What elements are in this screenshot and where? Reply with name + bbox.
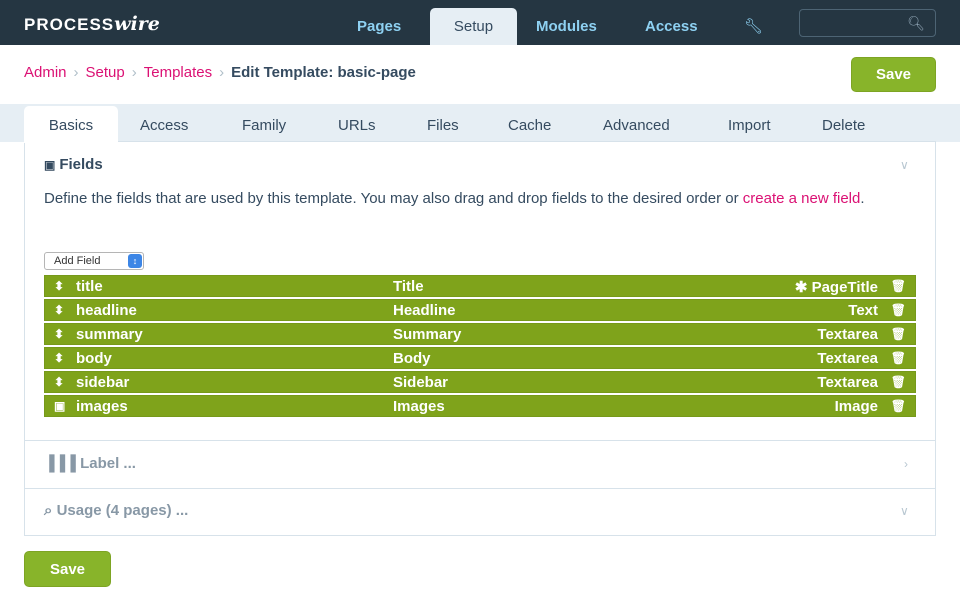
logo-text-process: PROCESS xyxy=(24,15,115,34)
section-divider xyxy=(25,488,935,489)
field-name[interactable]: images xyxy=(76,398,128,415)
field-label: Images xyxy=(393,398,445,415)
barcode-icon: ▐▐▐ xyxy=(44,455,81,472)
logo-text-wire: wire xyxy=(114,13,160,35)
nav-setup-label: Setup xyxy=(453,18,494,35)
breadcrumb-templates[interactable]: Templates xyxy=(144,64,212,81)
trash-icon[interactable]: 🗑︎ xyxy=(891,279,906,293)
fields-description-suffix: . xyxy=(860,190,865,207)
tab-advanced[interactable]: Advanced xyxy=(603,117,670,134)
add-field-label: Add Field xyxy=(54,255,101,267)
usage-section-header[interactable]: ⌕ Usage (4 pages) ... xyxy=(44,502,188,519)
field-type: Textarea xyxy=(817,326,878,343)
field-name[interactable]: body xyxy=(76,350,112,367)
breadcrumb-separator: › xyxy=(73,64,79,81)
nav-modules[interactable]: Modules xyxy=(536,18,597,35)
field-row-headline[interactable]: ⬍ headline Headline Text 🗑︎ xyxy=(44,299,916,321)
search-icon: ⌕ xyxy=(44,502,57,519)
processwire-logo[interactable]: PROCESSwire xyxy=(24,13,160,35)
field-row-title[interactable]: ⬍ title Title ✱ PageTitle 🗑︎ xyxy=(44,275,916,297)
trash-icon[interactable]: 🗑︎ xyxy=(891,375,906,389)
field-label: Sidebar xyxy=(393,374,449,391)
nav-setup[interactable]: Setup xyxy=(430,8,517,45)
tab-urls[interactable]: URLs xyxy=(338,117,376,134)
search-icon[interactable]: 🔍︎ xyxy=(907,15,925,32)
breadcrumb-admin[interactable]: Admin xyxy=(24,64,67,81)
fields-section-title: Fields xyxy=(59,156,103,173)
camera-icon[interactable]: ▣ xyxy=(54,399,65,413)
field-name[interactable]: sidebar xyxy=(76,374,129,391)
section-divider xyxy=(25,440,935,441)
breadcrumb-separator: › xyxy=(131,64,137,81)
trash-icon[interactable]: 🗑︎ xyxy=(891,351,906,365)
tab-family[interactable]: Family xyxy=(242,117,286,134)
label-section-title: Label ... xyxy=(80,455,136,472)
field-type: Textarea xyxy=(817,350,878,367)
field-row-sidebar[interactable]: ⬍ sidebar Sidebar Textarea 🗑︎ xyxy=(44,371,916,393)
breadcrumb-setup[interactable]: Setup xyxy=(86,64,125,81)
drag-handle-icon[interactable]: ⬍ xyxy=(54,351,64,365)
field-label: Title xyxy=(393,278,424,295)
field-name[interactable]: title xyxy=(76,278,103,295)
drag-handle-icon[interactable]: ⬍ xyxy=(54,375,64,389)
wrench-icon[interactable]: 🔧︎ xyxy=(744,17,763,35)
fields-description: Define the fields that are used by this … xyxy=(44,187,924,211)
field-name[interactable]: summary xyxy=(76,326,143,343)
field-label: Summary xyxy=(393,326,462,343)
trash-icon[interactable]: 🗑︎ xyxy=(891,327,906,341)
field-type: ✱ PageTitle xyxy=(794,279,878,296)
field-type: Image xyxy=(834,398,878,415)
field-row-summary[interactable]: ⬍ summary Summary Textarea 🗑︎ xyxy=(44,323,916,345)
chevron-down-icon[interactable]: ∨ xyxy=(900,158,909,172)
tab-import[interactable]: Import xyxy=(728,117,771,134)
drag-handle-icon[interactable]: ⬍ xyxy=(54,327,64,341)
create-new-field-link[interactable]: create a new field xyxy=(743,190,861,207)
nav-access[interactable]: Access xyxy=(645,18,698,35)
usage-section-title: Usage (4 pages) ... xyxy=(56,502,189,519)
drag-handle-icon[interactable]: ⬍ xyxy=(54,303,64,317)
tab-access[interactable]: Access xyxy=(140,117,188,134)
drag-handle-icon[interactable]: ⬍ xyxy=(54,279,64,293)
field-type: Textarea xyxy=(817,374,878,391)
chevron-down-icon[interactable]: ∨ xyxy=(900,504,909,518)
field-label: Body xyxy=(393,350,431,367)
breadcrumb: Admin › Setup › Templates › Edit Template: bas… xyxy=(24,64,416,81)
tab-files[interactable]: Files xyxy=(427,117,459,134)
tab-delete[interactable]: Delete xyxy=(822,117,865,134)
field-row-images[interactable]: ▣ images Images Image 🗑︎ xyxy=(44,395,916,417)
field-type: Text xyxy=(848,302,878,319)
field-row-body[interactable]: ⬍ body Body Textarea 🗑︎ xyxy=(44,347,916,369)
save-button-top[interactable]: Save xyxy=(851,57,936,92)
tab-cache[interactable]: Cache xyxy=(508,117,551,134)
trash-icon[interactable]: 🗑︎ xyxy=(891,399,906,413)
page-title: Edit Template: basic-page xyxy=(231,64,416,81)
fields-description-text: Define the fields that are used by this … xyxy=(44,190,743,207)
masthead: PROCESSwire Pages Setup Modules Access 🔧… xyxy=(0,0,960,45)
cube-icon: ▣ xyxy=(44,158,56,172)
nav-pages[interactable]: Pages xyxy=(357,18,401,35)
save-button-bottom[interactable]: Save xyxy=(24,551,111,587)
breadcrumb-separator: › xyxy=(219,64,225,81)
tab-basics[interactable]: Basics xyxy=(24,106,118,143)
field-list: ⬍ title Title ✱ PageTitle 🗑︎ ⬍ headline … xyxy=(44,275,916,419)
search-input[interactable]: 🔍︎ xyxy=(799,9,936,37)
add-field-select[interactable]: Add Field ↕ xyxy=(44,252,144,270)
trash-icon[interactable]: 🗑︎ xyxy=(891,303,906,317)
chevron-right-icon[interactable]: › xyxy=(904,457,908,471)
fields-section-header[interactable]: ▣ Fields xyxy=(44,156,103,173)
select-arrows-icon: ↕ xyxy=(128,254,142,268)
label-section-header[interactable]: ▐▐▐ Label ... xyxy=(44,455,136,472)
field-label: Headline xyxy=(393,302,456,319)
field-name[interactable]: headline xyxy=(76,302,137,319)
